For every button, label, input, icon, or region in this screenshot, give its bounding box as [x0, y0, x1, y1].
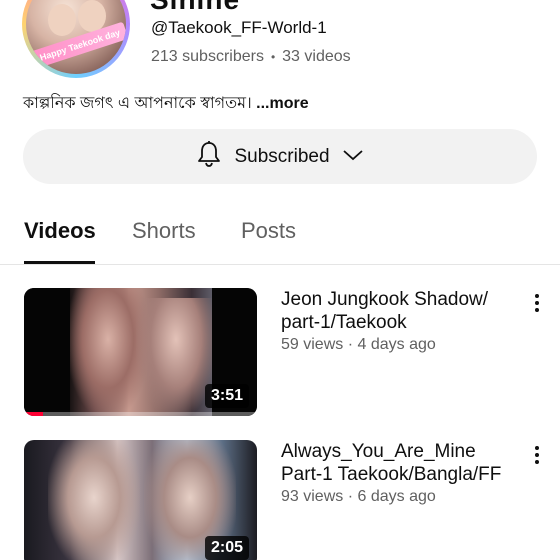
video-item[interactable]: 2:05 Always_You_Are_Mine Part-1 Taekook/… [0, 440, 560, 560]
channel-description[interactable]: কাল্পনিক জগৎ এ আপনাকে স্বাগতম। ...more [23, 90, 309, 117]
avatar-face-left [48, 4, 76, 36]
separator-dot: • [270, 50, 276, 64]
more-link[interactable]: ...more [256, 95, 308, 112]
description-text: কাল্পনিক জগৎ এ আপনাকে স্বাগতম। [23, 95, 252, 112]
video-count: 33 videos [282, 48, 351, 65]
watch-progress-fill [24, 412, 43, 416]
channel-handle: @Taekook_FF-World-1 [151, 18, 327, 37]
thumbnail-art-left [48, 440, 140, 560]
more-options-icon[interactable] [527, 442, 547, 468]
channel-tabs: Videos Shorts Posts [0, 205, 560, 265]
watch-progress-bar [24, 412, 257, 416]
channel-stats: 213 subscribers • 33 videos [151, 48, 351, 66]
subscriber-count: 213 subscribers [151, 48, 264, 65]
chevron-down-icon [342, 146, 364, 168]
video-meta: 93 views · 6 days ago [281, 488, 436, 506]
channel-name: Sinine [150, 0, 240, 16]
video-age: 4 days ago [357, 336, 436, 353]
avatar-image: Happy Taekook day [26, 0, 126, 74]
bell-icon [196, 140, 222, 174]
video-duration: 2:05 [204, 536, 249, 560]
video-duration: 3:51 [204, 384, 249, 408]
subscribed-button[interactable]: Subscribed [23, 129, 537, 184]
video-views: 93 views [281, 488, 344, 505]
video-title[interactable]: Jeon Jungkook Shadow/ part-1/Taekook [281, 288, 516, 334]
tab-shorts[interactable]: Shorts [132, 218, 196, 244]
avatar-banner-text: Happy Taekook day [31, 21, 126, 69]
more-options-icon[interactable] [527, 290, 547, 316]
subscribed-label: Subscribed [234, 145, 330, 167]
tab-videos[interactable]: Videos [24, 218, 96, 244]
video-age: 6 days ago [357, 488, 436, 505]
video-title[interactable]: Always_You_Are_Mine Part-1 Taekook/Bangl… [281, 440, 516, 486]
thumbnail-border-left [24, 288, 70, 416]
video-meta: 59 views · 4 days ago [281, 336, 436, 354]
video-thumbnail[interactable]: 2:05 [24, 440, 257, 560]
video-item[interactable]: 3:51 Jeon Jungkook Shadow/ part-1/Taekoo… [0, 288, 560, 422]
video-views: 59 views [281, 336, 344, 353]
channel-page: Sinine Happy Taekook day @Taekook_FF-Wor… [0, 0, 560, 560]
active-tab-indicator [24, 261, 95, 264]
channel-avatar[interactable]: Happy Taekook day [22, 0, 130, 78]
video-thumbnail[interactable]: 3:51 [24, 288, 257, 416]
tab-posts[interactable]: Posts [241, 218, 296, 244]
